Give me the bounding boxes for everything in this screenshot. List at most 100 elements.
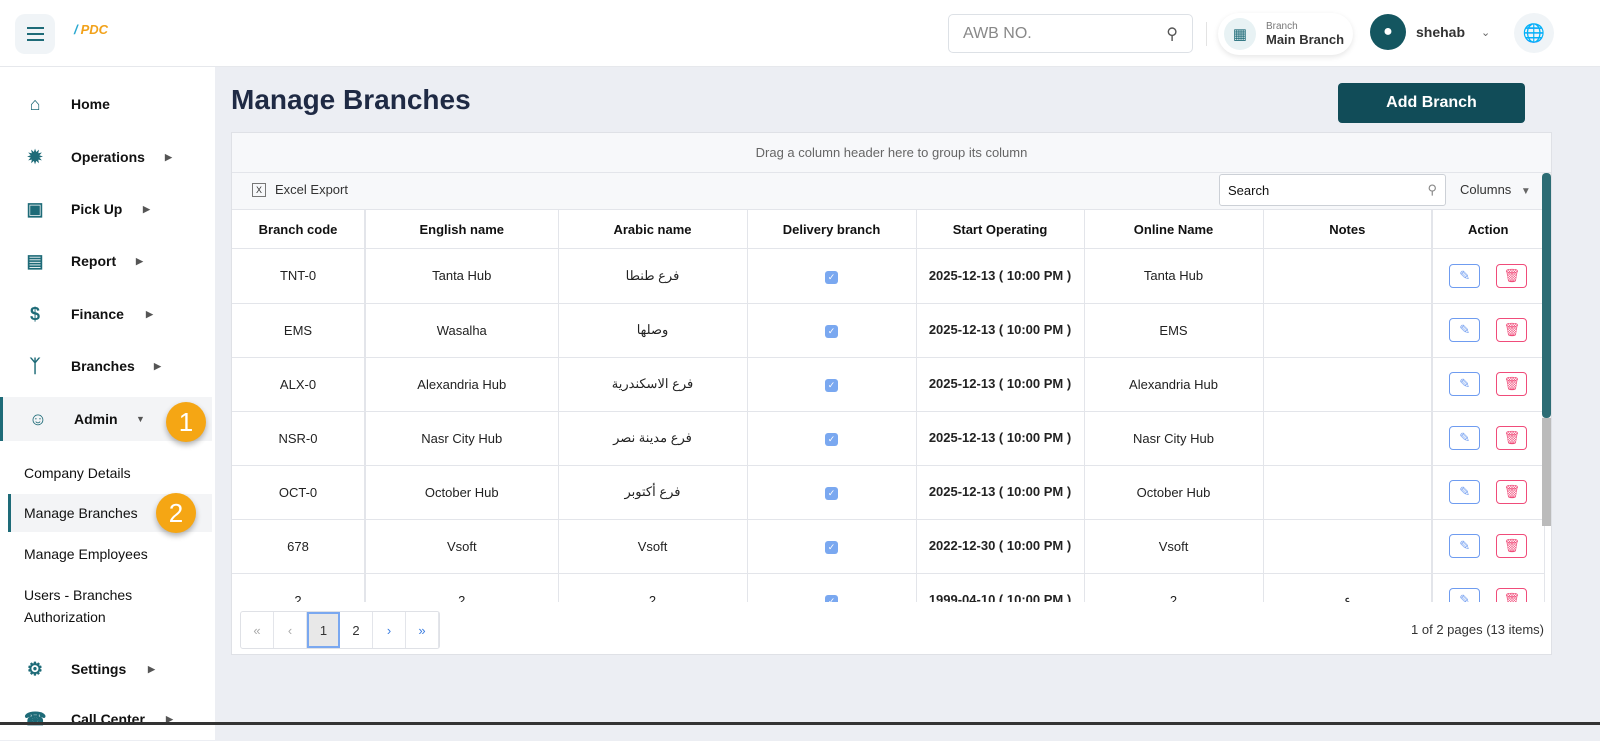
sidebar-item-home[interactable]: ⌂ Home	[0, 82, 212, 126]
column-header-action[interactable]: Action	[1431, 209, 1545, 249]
hamburger-menu-button[interactable]	[15, 14, 55, 54]
column-header-delivery-branch[interactable]: Delivery branch	[747, 209, 917, 249]
sidebar: ⌂ Home ✹ Operations ▶ ▣ Pick Up ▶ ▤ Report ▶ $ Finan…	[0, 67, 215, 740]
vertical-scrollbar[interactable]	[1542, 173, 1551, 526]
delete-trash-icon[interactable]: 🗑	[1496, 426, 1528, 450]
sidebar-subitem-users-branches-authorization[interactable]: Users - Branches Authorization	[24, 584, 164, 628]
cell-notes	[1263, 303, 1433, 358]
cell-action: ✎ 🗑	[1431, 465, 1545, 520]
sidebar-item-finance[interactable]: $ Finance ▶	[0, 292, 212, 336]
page-1-button[interactable]: 1	[307, 612, 340, 648]
user-name: shehab	[1416, 24, 1466, 40]
excel-export-button[interactable]: X Excel Export	[252, 182, 348, 197]
cell-start-operating: 2025-12-13 ( 10:00 PM )	[916, 357, 1085, 412]
grid-search-input[interactable]: Search ⚲	[1219, 174, 1446, 206]
language-globe-icon[interactable]: 🌐	[1514, 13, 1554, 53]
edit-pencil-icon[interactable]: ✎	[1449, 588, 1481, 602]
edit-pencil-icon[interactable]: ✎	[1449, 263, 1481, 288]
delete-trash-icon[interactable]: 🗑	[1496, 318, 1528, 342]
cell-delivery-branch: ✓	[747, 249, 917, 304]
sidebar-item-label: Finance	[71, 306, 124, 322]
caret-down-icon: ▼	[1520, 186, 1531, 197]
prev-page-button[interactable]: ‹	[274, 612, 307, 648]
taskbar-edge	[0, 722, 1600, 725]
sidebar-item-label: Admin	[74, 411, 118, 427]
edit-pencil-icon[interactable]: ✎	[1449, 318, 1481, 342]
sidebar-item-call-center[interactable]: ☎ Call Center ▶	[0, 697, 212, 741]
table-row: ALX-0 Alexandria Hub فرع الاسكندرية ✓ 20…	[232, 357, 1545, 412]
column-header-notes[interactable]: Notes	[1263, 209, 1433, 249]
column-header-arabic-name[interactable]: Arabic name	[558, 209, 748, 249]
checkbox-checked[interactable]: ✓	[825, 379, 838, 392]
column-header-branch-code[interactable]: Branch code	[232, 209, 366, 249]
edit-pencil-icon[interactable]: ✎	[1449, 372, 1481, 396]
checkbox-checked[interactable]: ✓	[825, 487, 838, 500]
cell-start-operating: 2025-12-13 ( 10:00 PM )	[916, 411, 1085, 466]
caret-right-icon: ▶	[148, 663, 155, 674]
column-header-online-name[interactable]: Online Name	[1084, 209, 1264, 249]
delete-trash-icon[interactable]: 🗑	[1496, 263, 1528, 288]
cell-english-name: Wasalha	[365, 303, 559, 358]
cell-delivery-branch: ✓	[747, 573, 917, 602]
checkbox-checked[interactable]: ✓	[825, 433, 838, 446]
sidebar-subitem-company-details[interactable]: Company Details	[24, 462, 131, 484]
edit-pencil-icon[interactable]: ✎	[1449, 534, 1481, 558]
excel-export-label: Excel Export	[275, 182, 348, 197]
cell-arabic-name: Vsoft	[558, 519, 748, 574]
user-menu[interactable]: ● shehab ⌄	[1370, 14, 1490, 50]
last-page-button[interactable]: »	[406, 612, 439, 648]
cell-delivery-branch: ✓	[747, 357, 917, 412]
sidebar-item-branches[interactable]: ᛉ Branches ▶	[0, 344, 212, 388]
checkbox-checked[interactable]: ✓	[825, 595, 838, 602]
sidebar-subitem-manage-employees[interactable]: Manage Employees	[24, 543, 148, 565]
checkbox-checked[interactable]: ✓	[825, 541, 838, 554]
column-header-english-name[interactable]: English name	[365, 209, 559, 249]
cell-branch-code: 678	[232, 519, 366, 574]
search-icon[interactable]: ⚲	[1166, 24, 1178, 44]
cell-notes	[1263, 465, 1433, 520]
cell-start-operating: 2025-12-13 ( 10:00 PM )	[916, 465, 1085, 520]
sidebar-item-pick-up[interactable]: ▣ Pick Up ▶	[0, 187, 212, 231]
page-title: Manage Branches	[231, 84, 471, 115]
page-2-button[interactable]: 2	[340, 612, 373, 648]
cell-arabic-name: فرع مدينة نصر	[558, 411, 748, 466]
excel-icon: X	[252, 182, 266, 197]
cell-online-name: EMS	[1084, 303, 1264, 358]
edit-pencil-icon[interactable]: ✎	[1449, 480, 1481, 504]
edit-pencil-icon[interactable]: ✎	[1449, 426, 1481, 450]
sidebar-item-settings[interactable]: ⚙ Settings ▶	[0, 647, 212, 691]
cell-branch-code: ALX-0	[232, 357, 366, 412]
checkbox-checked[interactable]: ✓	[825, 270, 838, 284]
branch-selector[interactable]: ▦ Branch Main Branch	[1218, 13, 1353, 55]
caret-right-icon: ▶	[146, 308, 153, 319]
sidebar-item-report[interactable]: ▤ Report ▶	[0, 239, 212, 283]
cell-delivery-branch: ✓	[747, 303, 917, 358]
cell-branch-code: OCT-0	[232, 465, 366, 520]
search-placeholder: Search	[1228, 182, 1270, 198]
delete-trash-icon[interactable]: 🗑	[1496, 534, 1528, 558]
delete-trash-icon[interactable]: 🗑	[1496, 588, 1528, 602]
user-icon: ☺	[28, 408, 48, 429]
first-page-button[interactable]: «	[241, 612, 274, 648]
package-icon: ▣	[26, 198, 44, 219]
cell-action: ✎ 🗑	[1431, 519, 1545, 574]
sidebar-item-operations[interactable]: ✹ Operations ▶	[0, 135, 212, 179]
columns-menu-button[interactable]: Columns ▼	[1460, 182, 1531, 197]
cell-branch-code: TNT-0	[232, 249, 366, 304]
cell-online-name: Tanta Hub	[1084, 249, 1264, 304]
delete-trash-icon[interactable]: 🗑	[1496, 372, 1528, 396]
column-header-start-operating[interactable]: Start Operating	[916, 209, 1085, 249]
home-icon: ⌂	[29, 93, 41, 114]
caret-right-icon: ▶	[136, 255, 143, 266]
checkbox-checked[interactable]: ✓	[825, 325, 838, 338]
sidebar-item-label: Home	[71, 96, 110, 112]
next-page-button[interactable]: ›	[373, 612, 406, 648]
group-panel[interactable]: Drag a column header here to group its c…	[232, 133, 1551, 173]
headset-icon: ☎	[24, 708, 47, 729]
cell-english-name: Vsoft	[365, 519, 559, 574]
awb-search-input[interactable]: AWB NO. ⚲	[948, 14, 1193, 53]
add-branch-button[interactable]: Add Branch	[1338, 83, 1525, 123]
branch-label: Branch	[1266, 21, 1298, 32]
cell-action: ✎ 🗑	[1431, 411, 1545, 466]
delete-trash-icon[interactable]: 🗑	[1496, 480, 1528, 504]
